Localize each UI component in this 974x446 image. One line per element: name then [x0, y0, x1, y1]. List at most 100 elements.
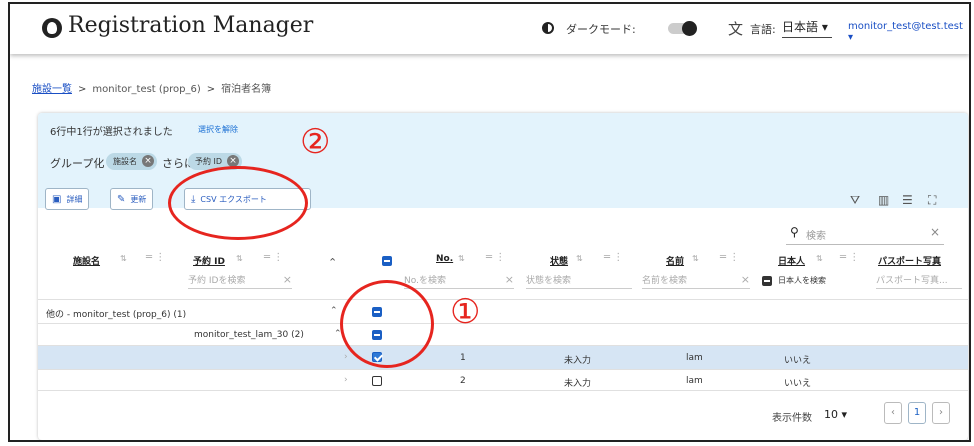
- col-no[interactable]: No.: [436, 254, 453, 264]
- filter-no-placeholder: No.を検索: [404, 276, 446, 286]
- group-label-reservation: monitor_test_lam_30 (2): [194, 330, 304, 340]
- detail-button-label: 詳細: [66, 195, 83, 204]
- update-button[interactable]: ✎ 更新: [110, 188, 154, 210]
- translate-icon: 文: [728, 20, 744, 38]
- filter-status[interactable]: 状態を検索: [526, 273, 632, 289]
- table-row[interactable]: › 2 未入力 lam いいえ: [38, 369, 968, 391]
- language-select[interactable]: 日本語 ▾: [782, 18, 832, 38]
- group-chip-reservation-label: 予約 ID: [195, 157, 223, 166]
- table-row[interactable]: › 1 未入力 lam いいえ: [38, 345, 968, 369]
- sort-icon[interactable]: ⇅: [816, 254, 823, 263]
- breadcrumb-facility-list[interactable]: 施設一覧: [32, 84, 72, 95]
- filter-passport-photo-placeholder: パスポート写真...: [876, 276, 948, 286]
- breadcrumb-facility: monitor_test (prop_6): [92, 84, 201, 95]
- cell-no: 1: [460, 353, 466, 363]
- app-title: Registration Manager: [68, 13, 314, 38]
- column-menu-icon[interactable]: ═ ⋮: [604, 252, 623, 263]
- cell-no: 2: [460, 376, 466, 386]
- filter-reservation-id-placeholder: 予約 IDを検索: [188, 276, 246, 286]
- density-icon[interactable]: ☰: [902, 193, 913, 207]
- selection-text: 6行中1行が選択されました: [50, 127, 173, 138]
- clear-filter-icon[interactable]: ×: [505, 273, 514, 286]
- breadcrumb-current: 宿泊者名簿: [221, 84, 272, 95]
- app-bar: Registration Manager ダークモード: 文 言語: 日本語 ▾…: [10, 4, 969, 54]
- column-menu-icon[interactable]: ═ ⋮: [486, 252, 505, 263]
- filter-passport-photo[interactable]: パスポート写真...: [876, 273, 962, 289]
- group-label-facility: 他の - monitor_test (prop_6) (1): [46, 310, 187, 320]
- annotation-circle-two: [168, 166, 308, 240]
- rows-per-page-select[interactable]: 10 ▾: [824, 408, 847, 421]
- prev-page-button[interactable]: ‹: [884, 402, 902, 424]
- row-checkbox[interactable]: [372, 376, 382, 386]
- cell-japanese: いいえ: [784, 356, 812, 366]
- guest-table-panel: 6行中1行が選択されました 選択を解除 グループ化 施設名 × さらに 予約 ID…: [38, 113, 968, 440]
- cell-status: 未入力: [564, 356, 592, 366]
- sort-icon[interactable]: ⇅: [458, 254, 465, 263]
- group-chip-facility[interactable]: 施設名 ×: [106, 153, 157, 170]
- columns-icon[interactable]: ▥: [878, 193, 889, 207]
- collapse-chevron-icon[interactable]: ⌃: [330, 306, 338, 316]
- update-button-label: 更新: [130, 195, 147, 204]
- dark-mode-toggle[interactable]: [668, 21, 697, 36]
- clear-selection-link[interactable]: 選択を解除: [198, 124, 238, 135]
- search-placeholder: 検索: [806, 231, 826, 242]
- filter-off-icon[interactable]: ⛛: [850, 193, 860, 208]
- sort-icon[interactable]: ⇅: [692, 254, 699, 263]
- column-menu-icon[interactable]: ═ ⋮: [720, 252, 739, 263]
- next-page-button[interactable]: ›: [932, 402, 950, 424]
- dark-mode-label: ダークモード:: [566, 23, 636, 36]
- fullscreen-icon[interactable]: ⛶: [928, 193, 936, 208]
- page-button[interactable]: 1: [908, 402, 926, 424]
- column-menu-icon[interactable]: ═ ⋮: [146, 252, 165, 263]
- cell-status: 未入力: [564, 379, 592, 389]
- filter-japanese-label: 日本人を検索: [778, 276, 826, 285]
- grouping-label: グループ化: [50, 157, 105, 170]
- breadcrumb: 施設一覧 > monitor_test (prop_6) > 宿泊者名簿: [32, 84, 272, 95]
- col-reservation-id[interactable]: 予約 ID: [193, 254, 225, 267]
- col-status[interactable]: 状態: [550, 254, 568, 267]
- group-row-facility[interactable]: 他の - monitor_test (prop_6) (1) ⌃: [38, 299, 968, 323]
- clear-search-icon[interactable]: ×: [930, 225, 940, 239]
- filter-name[interactable]: 名前を検索 ×: [642, 273, 750, 289]
- annotation-number-one: ①: [450, 292, 481, 332]
- screenshot-frame: Registration Manager ダークモード: 文 言語: 日本語 ▾…: [8, 2, 971, 442]
- group-chip-facility-label: 施設名: [113, 157, 137, 166]
- clear-filter-icon[interactable]: ×: [283, 273, 292, 286]
- cell-name: lam: [686, 353, 703, 363]
- rows-per-page-label: 表示件数: [772, 413, 812, 424]
- row-chevron-icon: ›: [344, 375, 348, 385]
- col-facility[interactable]: 施設名: [73, 254, 100, 267]
- cell-japanese: いいえ: [784, 379, 812, 389]
- col-name[interactable]: 名前: [666, 254, 684, 267]
- chip-remove-icon[interactable]: ×: [142, 155, 154, 167]
- sort-icon[interactable]: ⇅: [236, 254, 243, 263]
- annotation-circle-one: [340, 280, 434, 368]
- pencil-icon: ✎: [117, 194, 126, 205]
- column-menu-icon[interactable]: ═ ⋮: [264, 252, 283, 263]
- user-menu[interactable]: monitor_test@test.test ▾: [848, 21, 969, 43]
- filter-status-placeholder: 状態を検索: [526, 276, 572, 286]
- detail-icon: ▣: [52, 194, 62, 205]
- filter-reservation-id[interactable]: 予約 IDを検索 ×: [188, 273, 292, 289]
- search-input[interactable]: ⚲ 検索 ×: [786, 221, 944, 245]
- japanese-filter-checkbox[interactable]: [762, 276, 772, 286]
- logo-icon: [42, 18, 62, 38]
- col-passport-photo[interactable]: パスポート写真: [878, 254, 941, 267]
- dark-mode-icon: [542, 22, 554, 34]
- sort-icon[interactable]: ⇅: [120, 254, 127, 263]
- detail-button[interactable]: ▣ 詳細: [45, 188, 90, 210]
- clear-filter-icon[interactable]: ×: [741, 273, 750, 286]
- language-label: 言語:: [750, 23, 776, 36]
- row-chevron-icon: ›: [344, 352, 348, 362]
- select-all-checkbox[interactable]: [382, 256, 392, 266]
- filter-no[interactable]: No.を検索 ×: [404, 273, 514, 289]
- cell-name: lam: [686, 376, 703, 386]
- sort-icon[interactable]: ⇅: [576, 254, 583, 263]
- search-icon: ⚲: [790, 225, 799, 239]
- column-menu-icon[interactable]: ═ ⋮: [840, 252, 859, 263]
- annotation-number-two: ②: [300, 122, 331, 162]
- col-japanese[interactable]: 日本人: [778, 254, 805, 267]
- filter-name-placeholder: 名前を検索: [642, 276, 688, 286]
- group-row-reservation[interactable]: monitor_test_lam_30 (2) ⌃: [38, 323, 968, 345]
- collapse-all-icon[interactable]: ⌃: [328, 256, 337, 269]
